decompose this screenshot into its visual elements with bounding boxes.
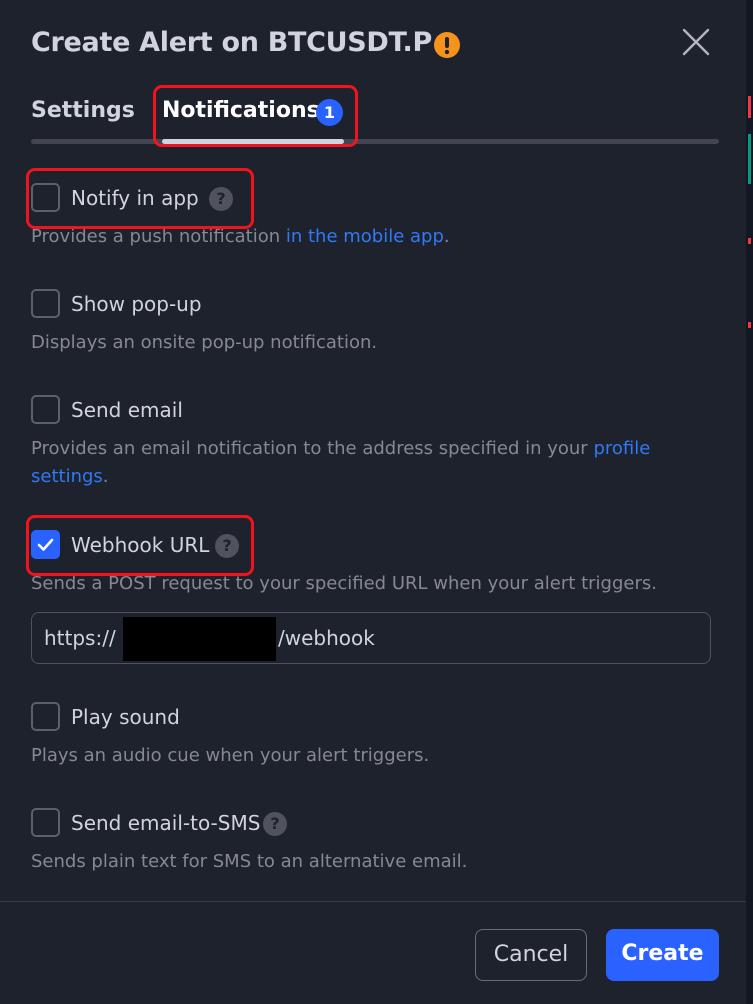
dialog-title: Create Alert on BTCUSDT.P bbox=[31, 27, 432, 58]
create-alert-dialog: Create Alert on BTCUSDT.P Settings Notif… bbox=[0, 0, 746, 1004]
help-icon[interactable]: ? bbox=[263, 812, 287, 836]
redacted-domain bbox=[123, 617, 276, 661]
chart-edge-mark bbox=[748, 96, 751, 118]
close-button[interactable] bbox=[676, 22, 716, 62]
option-notify-in-app: Notify in app ? bbox=[31, 183, 271, 213]
notifications-count-badge: 1 bbox=[316, 99, 343, 126]
help-icon[interactable]: ? bbox=[209, 187, 233, 211]
play-sound-checkbox[interactable] bbox=[31, 702, 60, 731]
webhook-url-checkbox[interactable] bbox=[31, 530, 60, 559]
play-sound-label[interactable]: Play sound bbox=[71, 702, 180, 732]
option-send-email-to-sms: Send email-to-SMS ? bbox=[31, 808, 311, 838]
notify-in-app-label[interactable]: Notify in app bbox=[71, 183, 199, 213]
tab-settings[interactable]: Settings bbox=[31, 98, 135, 123]
tabs-track bbox=[31, 139, 719, 144]
chart-edge-mark bbox=[748, 134, 751, 184]
footer-divider bbox=[0, 901, 746, 902]
option-send-email: Send email bbox=[31, 395, 271, 425]
notify-in-app-description: Provides a push notification in the mobi… bbox=[31, 223, 711, 251]
send-email-description-end: . bbox=[102, 466, 109, 487]
checkmark-icon bbox=[37, 538, 54, 551]
show-popup-description: Displays an onsite pop-up notification. bbox=[31, 332, 378, 353]
create-button[interactable]: Create bbox=[606, 929, 719, 981]
webhook-url-label[interactable]: Webhook URL bbox=[71, 530, 209, 560]
send-email-to-sms-label[interactable]: Send email-to-SMS bbox=[71, 808, 260, 838]
tab-notifications[interactable]: Notifications bbox=[162, 98, 320, 123]
webhook-url-description: Sends a POST request to your specified U… bbox=[31, 573, 657, 594]
show-popup-checkbox[interactable] bbox=[31, 289, 60, 318]
send-email-to-sms-checkbox[interactable] bbox=[31, 808, 60, 837]
background-chart-edge bbox=[746, 0, 753, 1004]
send-email-to-sms-description: Sends plain text for SMS to an alternati… bbox=[31, 851, 468, 872]
close-icon bbox=[676, 28, 716, 66]
notify-in-app-checkbox[interactable] bbox=[31, 183, 60, 212]
cancel-button[interactable]: Cancel bbox=[475, 929, 587, 981]
mobile-app-link[interactable]: in the mobile app bbox=[286, 226, 444, 247]
send-email-description: Provides an email notification to the ad… bbox=[31, 435, 681, 491]
notify-in-app-description-text: Provides a push notification bbox=[31, 226, 286, 247]
active-tab-indicator bbox=[162, 139, 344, 144]
option-webhook-url: Webhook URL ? bbox=[31, 530, 271, 560]
webhook-url-input[interactable]: https:// /webhook bbox=[31, 612, 711, 664]
show-popup-label[interactable]: Show pop-up bbox=[71, 289, 202, 319]
notify-in-app-description-end: . bbox=[443, 226, 450, 247]
option-show-popup: Show pop-up bbox=[31, 289, 271, 319]
help-icon[interactable]: ? bbox=[215, 534, 239, 558]
chart-edge-mark bbox=[748, 322, 751, 328]
webhook-url-suffix: /webhook bbox=[278, 626, 375, 650]
option-play-sound: Play sound bbox=[31, 702, 271, 732]
send-email-checkbox[interactable] bbox=[31, 395, 60, 424]
send-email-label[interactable]: Send email bbox=[71, 395, 183, 425]
play-sound-description: Plays an audio cue when your alert trigg… bbox=[31, 745, 430, 766]
send-email-description-text: Provides an email notification to the ad… bbox=[31, 438, 594, 459]
warning-icon[interactable] bbox=[434, 32, 460, 58]
chart-edge-mark bbox=[748, 238, 751, 244]
webhook-url-prefix: https:// bbox=[44, 626, 116, 650]
